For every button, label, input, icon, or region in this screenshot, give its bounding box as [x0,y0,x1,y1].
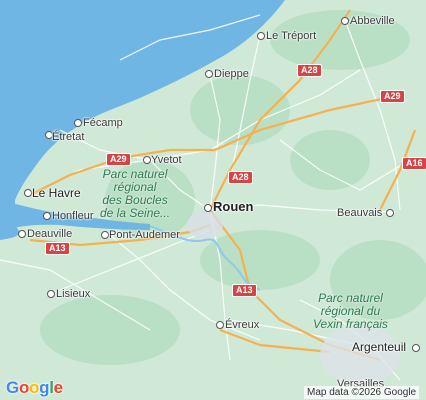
road-shield-a13-west: A13 [45,242,70,255]
place-lisieux[interactable]: Lisieux [56,288,90,300]
place-evreux[interactable]: Évreux [225,319,259,331]
place-etretat[interactable]: Étretat [52,131,84,143]
road-shield-a29: A29 [380,90,405,103]
le-havre-marker [24,189,32,197]
le-treport-marker [257,32,265,40]
abbeville-marker [341,17,349,25]
map-canvas[interactable]: Abbeville Le Tréport Dieppe Fécamp Étret… [0,0,426,400]
place-pont-audemer[interactable]: Pont-Audemer [109,229,180,241]
deauville-marker [18,230,26,238]
place-honfleur[interactable]: Honfleur [52,210,94,222]
road-shield-a16: A16 [402,157,426,170]
place-fecamp[interactable]: Fécamp [83,117,123,129]
place-yvetot[interactable]: Yvetot [151,154,182,166]
fecamp-marker [74,119,82,127]
place-argenteuil[interactable]: Argenteuil [352,341,406,353]
beauvais-marker [386,209,394,217]
evreux-marker [216,321,224,329]
road-shield-a28: A28 [297,64,322,77]
place-le-treport[interactable]: Le Tréport [266,30,316,42]
google-logo[interactable]: Google [6,378,63,398]
argenteuil-marker [412,344,420,352]
park-vexin-francais[interactable]: Parc naturel régional du Vexin français [313,292,388,331]
place-deauville[interactable]: Deauville [27,228,72,240]
lisieux-marker [47,290,55,298]
place-beauvais[interactable]: Beauvais [337,207,382,219]
yvetot-marker [143,156,151,164]
place-dieppe[interactable]: Dieppe [214,68,249,80]
dieppe-marker [205,70,213,78]
place-le-havre[interactable]: Le Havre [32,187,81,199]
honfleur-marker [43,212,51,220]
road-shield-a13: A13 [232,284,257,297]
place-rouen[interactable]: Rouen [213,200,253,213]
rouen-urban-area [187,211,223,239]
pont-audemer-marker [101,231,109,239]
park-boucles-de-la-seine[interactable]: Parc naturel régional des Boucles de la … [100,168,170,220]
map-attribution[interactable]: Map data ©2026 Google [304,386,420,399]
rouen-marker [204,204,212,212]
place-abbeville[interactable]: Abbeville [350,15,395,27]
road-shield-a28-south: A28 [228,171,253,184]
road-shield-a29-west: A29 [106,153,131,166]
